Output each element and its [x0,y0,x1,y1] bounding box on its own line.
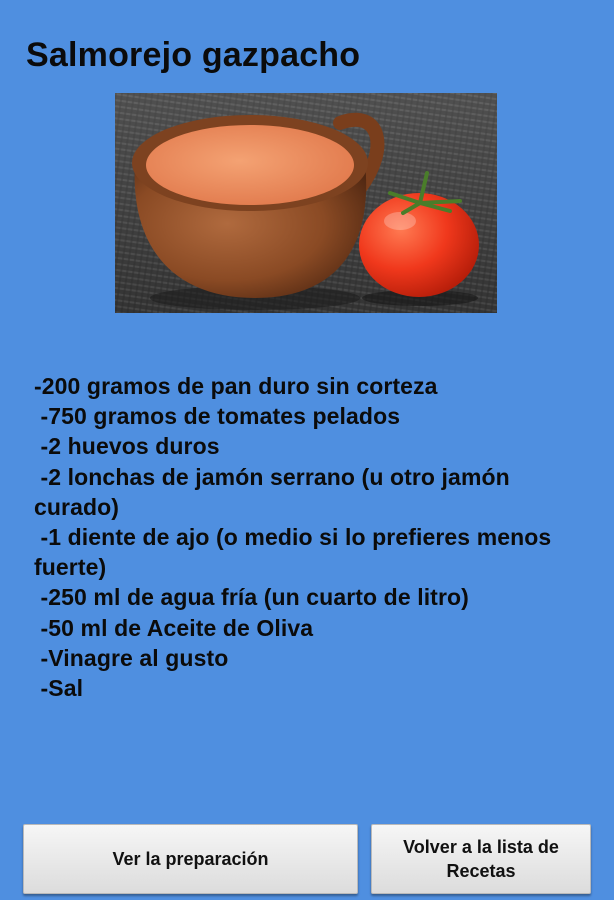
recipe-title: Salmorejo gazpacho [26,36,361,74]
ingredients-list: -200 gramos de pan duro sin corteza -750… [34,371,579,703]
ingredient-item: -2 huevos duros [34,433,220,460]
back-to-recipes-button[interactable]: Volver a la lista de Recetas [371,824,591,894]
view-preparation-button[interactable]: Ver la preparación [23,824,358,894]
ingredient-item: -2 lonchas de jamón serrano (u otro jamó… [34,463,517,520]
ingredient-item: -200 gramos de pan duro sin corteza [34,373,438,399]
view-preparation-label: Ver la preparación [112,849,269,869]
ingredient-item: -750 gramos de tomates pelados [34,403,401,430]
ingredient-item: -250 ml de agua fría (un cuarto de litro… [34,584,469,611]
recipe-photo [115,93,497,313]
ingredient-item: -Vinagre al gusto [34,644,229,671]
ingredient-item: -Sal [34,675,84,702]
ingredient-item: -1 diente de ajo (o medio si lo prefiere… [34,524,558,581]
back-to-recipes-label: Volver a la lista de Recetas [403,837,559,881]
ingredient-item: -50 ml de Aceite de Oliva [34,614,314,641]
